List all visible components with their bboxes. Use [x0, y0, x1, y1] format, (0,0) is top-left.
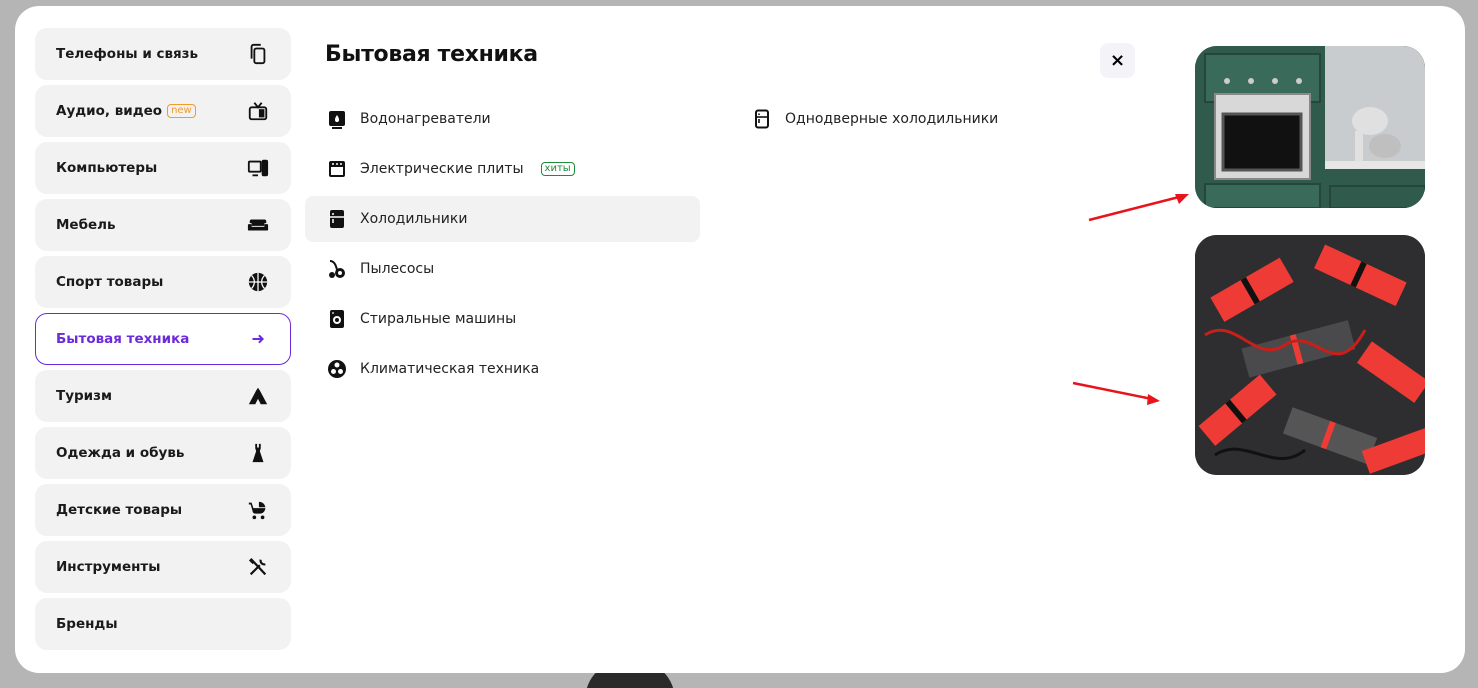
fridge-icon	[327, 209, 347, 229]
vacuum-icon	[327, 259, 347, 279]
subcategory-fridges[interactable]: Холодильники	[305, 196, 700, 242]
sidebar-item-audio-video[interactable]: Аудио, видео new	[35, 85, 291, 137]
single-door-fridge-icon	[752, 109, 772, 129]
sidebar-item-label: Бренды	[56, 616, 118, 632]
sidebar-item-label: Бытовая техника	[56, 331, 190, 347]
close-icon: ×	[1109, 50, 1126, 71]
tent-icon	[246, 384, 270, 408]
sidebar-item-computers[interactable]: Компьютеры	[35, 142, 291, 194]
sidebar-item-tourism[interactable]: Туризм	[35, 370, 291, 422]
subcategory-column-1: Водонагреватели Электрические плиты хиты…	[305, 96, 700, 396]
sidebar-item-label: Телефоны и связь	[56, 46, 199, 62]
kitchen-image	[1195, 46, 1425, 208]
red-arrow-annotation	[1072, 381, 1160, 405]
sidebar-item-label: Инструменты	[56, 559, 161, 575]
sidebar-item-label: Аудио, видео	[56, 103, 163, 119]
sidebar-item-appliances[interactable]: Бытовая техника	[35, 313, 291, 365]
stove-icon	[327, 159, 347, 179]
subcategory-label: Электрические плиты	[360, 161, 524, 177]
water-heater-icon	[327, 109, 347, 129]
page-title: Бытовая техника	[325, 42, 538, 67]
sidebar-item-clothing[interactable]: Одежда и обувь	[35, 427, 291, 479]
sofa-icon	[246, 213, 270, 237]
subcategory-water-heaters[interactable]: Водонагреватели	[305, 96, 700, 142]
subcategory-label: Пылесосы	[360, 261, 435, 277]
subcategory-label: Однодверные холодильники	[785, 111, 999, 127]
promo-banner-gifts[interactable]	[1195, 235, 1425, 475]
subcategory-electric-stoves[interactable]: Электрические плиты хиты	[305, 146, 700, 192]
subcategory-label: Водонагреватели	[360, 111, 491, 127]
subcategory-label: Стиральные машины	[360, 311, 517, 327]
sidebar-item-furniture[interactable]: Мебель	[35, 199, 291, 251]
gifts-image	[1195, 235, 1425, 475]
arrow-right-icon	[246, 327, 270, 351]
tv-icon	[246, 99, 270, 123]
sidebar-item-label: Туризм	[56, 388, 113, 404]
sidebar-item-label: Одежда и обувь	[56, 445, 185, 461]
sidebar-item-kids[interactable]: Детские товары	[35, 484, 291, 536]
sidebar-item-label: Мебель	[56, 217, 116, 233]
dress-icon	[246, 441, 270, 465]
stroller-icon	[246, 498, 270, 522]
hits-badge: хиты	[540, 162, 575, 176]
sidebar-item-label: Компьютеры	[56, 160, 158, 176]
subcategory-vacuums[interactable]: Пылесосы	[305, 246, 700, 292]
phones-icon	[246, 42, 270, 66]
category-sidebar: Телефоны и связь Аудио, видео new Компью…	[35, 28, 291, 655]
subcategory-washing-machines[interactable]: Стиральные машины	[305, 296, 700, 342]
close-button[interactable]: ×	[1100, 43, 1135, 78]
subcategory-column-2: Однодверные холодильники	[730, 96, 1050, 146]
new-badge: new	[167, 104, 196, 118]
basketball-icon	[246, 270, 270, 294]
promo-banner-kitchen[interactable]	[1195, 46, 1425, 208]
washing-machine-icon	[327, 309, 347, 329]
red-arrow-annotation	[1088, 194, 1189, 222]
subcategory-single-door-fridges[interactable]: Однодверные холодильники	[730, 96, 1050, 142]
sidebar-item-brands[interactable]: Бренды	[35, 598, 291, 650]
sidebar-item-phones[interactable]: Телефоны и связь	[35, 28, 291, 80]
subcategory-climate[interactable]: Климатическая техника	[305, 346, 700, 392]
fan-icon	[327, 359, 347, 379]
sidebar-item-sport[interactable]: Спорт товары	[35, 256, 291, 308]
catalog-modal: Телефоны и связь Аудио, видео new Компью…	[15, 6, 1465, 673]
sidebar-item-label: Спорт товары	[56, 274, 164, 290]
tools-icon	[246, 555, 270, 579]
sidebar-item-tools[interactable]: Инструменты	[35, 541, 291, 593]
subcategory-label: Холодильники	[360, 211, 468, 227]
subcategory-label: Климатическая техника	[360, 361, 540, 377]
computer-icon	[246, 156, 270, 180]
sidebar-item-label: Детские товары	[56, 502, 183, 518]
